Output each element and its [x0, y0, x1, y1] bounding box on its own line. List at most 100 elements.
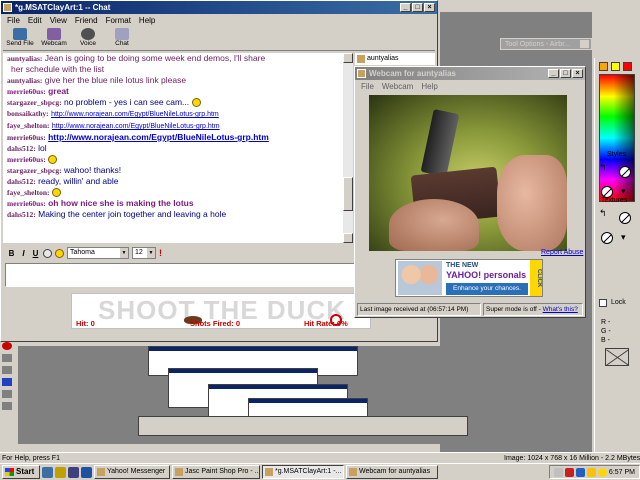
tray-icon[interactable] — [597, 467, 607, 477]
task-paint-shop-pro[interactable]: Jasc Paint Shop Pro - ... — [172, 465, 260, 479]
app-icon — [3, 3, 12, 12]
alert-icon[interactable]: ! — [159, 248, 162, 258]
chat-message: merrie60us: — [7, 154, 339, 165]
tool-options-panel[interactable]: Tool Options - Airbr... — [500, 38, 592, 50]
scroll-thumb[interactable] — [343, 177, 353, 211]
send-file-icon — [13, 28, 27, 40]
chat-message: auntyalias: give her the blue nile lotus… — [7, 75, 187, 85]
clock[interactable]: 6:57 PM — [609, 469, 635, 476]
menu-format[interactable]: Format — [106, 15, 131, 26]
color-picker[interactable] — [599, 74, 635, 202]
textures-control[interactable]: ↰ — [599, 208, 635, 226]
chat-message: stargazer_sbpcg: wahoo! thanks! — [7, 165, 122, 175]
lock-checkbox[interactable] — [599, 299, 607, 307]
menu-view[interactable]: View — [50, 15, 67, 26]
chat-link[interactable]: http://www.norajean.com/Egypt/BlueNileLo… — [48, 132, 269, 142]
chat-message: dahs512: lol — [7, 143, 47, 153]
task-chat[interactable]: *g.MSATClayArt:1 -... — [262, 465, 344, 479]
status-help: For Help, press F1 — [2, 455, 60, 462]
menu-help[interactable]: Help — [139, 15, 155, 26]
webcam-status-bar: Last image received at (06:57:14 PM) Sup… — [357, 303, 583, 316]
italic-button[interactable]: I — [19, 249, 28, 258]
tool-icon[interactable] — [2, 354, 12, 362]
tool-icon[interactable] — [2, 378, 12, 386]
menu-file[interactable]: File — [7, 15, 20, 26]
send-file-button[interactable]: Send File — [5, 27, 35, 50]
quicklaunch-word-icon[interactable] — [81, 466, 92, 478]
no-texture-icon — [601, 232, 613, 244]
chat-link[interactable]: http://www.norajean.com/Egypt/BlueNileLo… — [52, 123, 220, 130]
maximize-button[interactable]: □ — [412, 3, 423, 12]
tool-icon[interactable] — [2, 402, 12, 410]
whats-this-link[interactable]: What's this? — [543, 306, 578, 313]
chat-scrollbar[interactable] — [343, 53, 353, 243]
tool-options-title: Tool Options - Airbr... — [505, 41, 570, 48]
menu-edit[interactable]: Edit — [28, 15, 42, 26]
scroll-up-button[interactable] — [343, 53, 353, 63]
styles-control[interactable]: ↰ — [599, 162, 635, 180]
user-list-item[interactable]: auntyalias — [355, 53, 435, 65]
chat-message: faye_shelton: http://www.norajean.com/Eg… — [7, 121, 220, 130]
close-button[interactable]: × — [424, 3, 435, 12]
swatch-red[interactable] — [623, 62, 632, 71]
report-abuse-link[interactable]: Report Abuse — [541, 249, 583, 256]
close-button[interactable]: × — [572, 69, 583, 78]
chat-message: faye_shelton: — [7, 187, 339, 198]
chat-message: dahs512: ready, willin' and able — [7, 176, 119, 186]
task-yahoo-messenger[interactable]: Yahoo! Messenger — [94, 465, 170, 479]
minimize-button[interactable]: _ — [548, 69, 559, 78]
yahoo-personals-ad[interactable]: THE NEW YAHOO! personals Enhance your ch… — [395, 259, 543, 297]
tool-icon[interactable] — [2, 366, 12, 374]
close-icon[interactable] — [580, 40, 589, 48]
emoticon-icon[interactable] — [55, 248, 64, 258]
quicklaunch-outlook-icon[interactable] — [55, 466, 66, 478]
chat-message: dahs512: Making the center join together… — [7, 209, 227, 219]
tool-icon[interactable] — [2, 390, 12, 398]
underline-button[interactable]: U — [31, 249, 40, 258]
ad-line2: YAHOO! personals — [446, 270, 527, 280]
chat-log[interactable]: auntyalias: Jean is going to be doing so… — [3, 53, 343, 243]
chat-message: merrie60us: great — [7, 86, 69, 96]
voice-button[interactable]: Voice — [73, 27, 103, 50]
chat-message: her schedule with the list — [11, 64, 105, 74]
menu-webcam[interactable]: Webcam — [382, 81, 413, 92]
maximize-button[interactable]: □ — [560, 69, 571, 78]
swatch-orange[interactable] — [599, 62, 608, 71]
chat-titlebar[interactable]: *g.MSATClayArt:1 -- Chat _ □ × — [1, 1, 437, 14]
size-select[interactable]: 12 — [132, 247, 156, 259]
webcam-app-icon — [357, 69, 366, 78]
quicklaunch-desktop-icon[interactable] — [68, 466, 79, 478]
webcam-button[interactable]: Webcam — [39, 27, 69, 50]
webcam-titlebar[interactable]: Webcam for auntyalias _ □ × — [355, 67, 585, 80]
no-color-swatch[interactable] — [605, 348, 629, 366]
recursive-screen-preview — [18, 346, 468, 444]
swatch-yellow[interactable] — [611, 62, 620, 71]
tray-icon[interactable] — [586, 467, 596, 477]
tool-icon[interactable] — [2, 342, 12, 350]
menu-friend[interactable]: Friend — [75, 15, 98, 26]
ad-hit: Hit: 0 — [76, 319, 95, 328]
chat-link[interactable]: http://www.norajean.com/Egypt/BlueNileLo… — [51, 111, 219, 118]
dropdown-icon: ▾ — [621, 232, 626, 242]
chat-button[interactable]: Chat — [107, 27, 137, 50]
menu-file[interactable]: File — [361, 81, 374, 92]
tray-icon[interactable] — [575, 467, 585, 477]
minimize-button[interactable]: _ — [400, 3, 411, 12]
format-toolbar: B I U Tahoma 12 ! — [3, 245, 353, 261]
tray-icon[interactable] — [564, 467, 574, 477]
psp-toolbar — [0, 338, 14, 446]
font-select[interactable]: Tahoma — [67, 247, 129, 259]
tray-icon[interactable] — [553, 467, 563, 477]
textures-control-2[interactable]: ▾ — [599, 230, 635, 248]
start-button[interactable]: Start — [2, 465, 40, 479]
chat-icon — [115, 28, 129, 40]
shoot-the-duck-ad[interactable]: SHOOT THE DUCK Hit: 0 Shots Fired: 0 Hit… — [71, 293, 371, 329]
bold-button[interactable]: B — [7, 249, 16, 258]
menu-help[interactable]: Help — [421, 81, 437, 92]
scroll-down-button[interactable] — [343, 233, 353, 243]
chat-message: merrie60us: oh how nice she is making th… — [7, 198, 194, 208]
nested-taskbar — [138, 416, 468, 436]
quicklaunch-ie-icon[interactable] — [42, 466, 53, 478]
task-webcam[interactable]: Webcam for auntyalias — [346, 465, 438, 479]
color-icon[interactable] — [43, 248, 52, 258]
